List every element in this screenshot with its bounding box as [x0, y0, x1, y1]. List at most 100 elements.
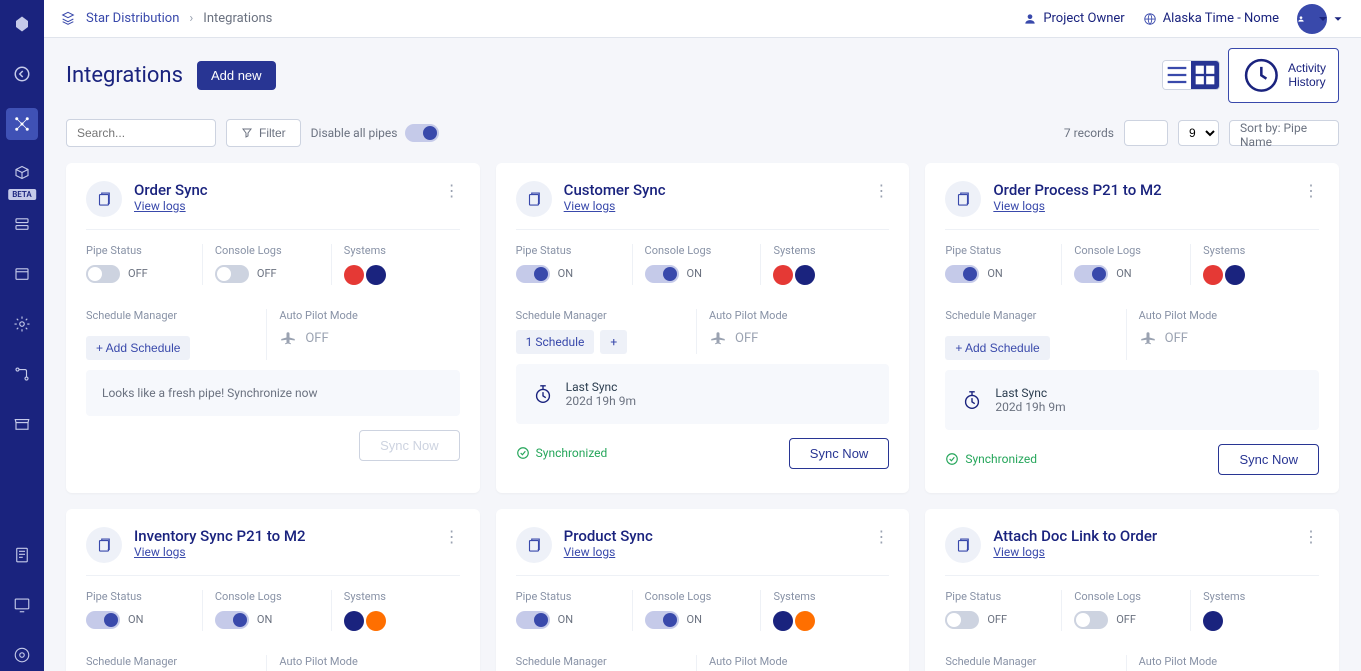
card-menu-button[interactable]: ⋮ [1303, 181, 1319, 200]
systems-icons [344, 611, 452, 631]
disable-all-switch[interactable] [405, 124, 439, 142]
system-icon [773, 611, 793, 631]
timezone-label: Alaska Time - Nome [1163, 11, 1279, 26]
pipe-icon [86, 527, 122, 563]
activity-history-label: Activity History [1288, 61, 1326, 89]
last-sync-label: Last Sync [995, 386, 1065, 400]
card-title: Attach Doc Link to Order [993, 527, 1157, 545]
console-logs-value: OFF [257, 267, 277, 280]
sidebar-settings[interactable] [6, 308, 38, 340]
page-title: Integrations [66, 63, 183, 88]
search-input[interactable] [77, 126, 232, 140]
integration-card: Product Sync View logs ⋮ Pipe StatusON C… [496, 509, 910, 671]
add-schedule-button[interactable]: + Add Schedule [86, 336, 190, 360]
search-box[interactable] [66, 119, 216, 147]
sync-now-button[interactable]: Sync Now [1218, 444, 1319, 475]
system-icon [1203, 611, 1223, 631]
avatar-icon [1297, 4, 1327, 34]
pipe-status-value: ON [987, 267, 1002, 280]
card-menu-button[interactable]: ⋮ [1303, 527, 1319, 546]
per-page-select[interactable]: 9 [1178, 120, 1219, 146]
sync-status: Synchronized [516, 446, 608, 460]
disable-all-label: Disable all pipes [311, 126, 398, 140]
filter-button[interactable]: Filter [226, 119, 301, 147]
systems-label: Systems [1203, 590, 1311, 603]
pipe-status-label: Pipe Status [516, 244, 624, 257]
toggle-switch[interactable] [86, 611, 120, 629]
record-count: 7 records [1064, 126, 1114, 140]
sidebar-window[interactable] [6, 258, 38, 290]
list-view-button[interactable] [1163, 61, 1191, 89]
sidebar-logo[interactable] [6, 8, 38, 40]
auto-pilot-status: OFF [1139, 330, 1319, 348]
toggle-switch[interactable] [86, 265, 120, 283]
card-menu-button[interactable]: ⋮ [444, 527, 460, 546]
sidebar-docs[interactable] [6, 539, 38, 571]
console-logs-value: ON [687, 613, 702, 626]
card-menu-button[interactable]: ⋮ [444, 181, 460, 200]
sidebar-integrations[interactable] [6, 108, 38, 140]
pipe-status-value: ON [558, 267, 573, 280]
pipe-status-label: Pipe Status [945, 590, 1053, 603]
system-icon [344, 611, 364, 631]
card-menu-button[interactable]: ⋮ [873, 527, 889, 546]
integration-card: Attach Doc Link to Order View logs ⋮ Pip… [925, 509, 1339, 671]
toggle-switch[interactable] [516, 265, 550, 283]
view-logs-link[interactable]: View logs [564, 545, 616, 559]
toggle-switch[interactable] [645, 265, 679, 283]
view-logs-link[interactable]: View logs [134, 199, 186, 213]
view-logs-link[interactable]: View logs [993, 199, 1045, 213]
toggle-switch[interactable] [516, 611, 550, 629]
sidebar-cube[interactable]: BETA [6, 158, 38, 190]
beta-badge: BETA [8, 189, 36, 200]
sidebar-back[interactable] [6, 58, 38, 90]
sidebar-monitor[interactable] [6, 589, 38, 621]
schedule-manager-label: Schedule Manager [86, 309, 266, 322]
sidebar-flow[interactable] [6, 358, 38, 390]
toggle-switch[interactable] [645, 611, 679, 629]
card-title: Inventory Sync P21 to M2 [134, 527, 306, 545]
systems-label: Systems [773, 590, 881, 603]
activity-history-button[interactable]: Activity History [1228, 48, 1339, 103]
sidebar-server[interactable] [6, 208, 38, 240]
systems-label: Systems [344, 244, 452, 257]
breadcrumb-icon [60, 11, 76, 27]
view-logs-link[interactable]: View logs [134, 545, 186, 559]
grid-view-button[interactable] [1191, 61, 1219, 89]
sidebar-store[interactable] [6, 408, 38, 440]
sort-select[interactable]: Sort by: Pipe Name [1229, 120, 1339, 146]
integration-card: Order Sync View logs ⋮ Pipe StatusOFF Co… [66, 163, 480, 493]
breadcrumb-root[interactable]: Star Distribution [86, 11, 179, 26]
auto-pilot-label: Auto Pilot Mode [1139, 655, 1319, 668]
user-menu[interactable] [1297, 4, 1345, 34]
project-owner-link[interactable]: Project Owner [1023, 11, 1124, 26]
page-input[interactable] [1124, 120, 1168, 146]
integration-card: Inventory Sync P21 to M2 View logs ⋮ Pip… [66, 509, 480, 671]
disable-all-toggle: Disable all pipes [311, 124, 440, 142]
filter-icon [241, 127, 253, 139]
systems-icons [773, 611, 881, 631]
add-schedule-plus[interactable]: + [600, 330, 627, 354]
sidebar-help[interactable] [6, 639, 38, 671]
toggle-switch[interactable] [945, 265, 979, 283]
card-menu-button[interactable]: ⋮ [873, 181, 889, 200]
toggle-switch[interactable] [215, 265, 249, 283]
toolbar: Filter Disable all pipes 7 records 9 Sor… [44, 113, 1361, 157]
toggle-switch[interactable] [215, 611, 249, 629]
schedule-count-badge[interactable]: 1 Schedule [516, 330, 595, 354]
toggle-switch[interactable] [945, 611, 979, 629]
system-icon [366, 265, 386, 285]
card-title: Order Process P21 to M2 [993, 181, 1161, 199]
system-icon [773, 265, 793, 285]
toggle-switch[interactable] [1074, 611, 1108, 629]
system-icon [795, 265, 815, 285]
add-schedule-button[interactable]: + Add Schedule [945, 336, 1049, 360]
breadcrumb: Star Distribution › Integrations [60, 11, 272, 27]
view-logs-link[interactable]: View logs [993, 545, 1045, 559]
auto-pilot-label: Auto Pilot Mode [709, 309, 889, 322]
add-new-button[interactable]: Add new [197, 61, 276, 90]
sync-now-button[interactable]: Sync Now [789, 438, 890, 469]
toggle-switch[interactable] [1074, 265, 1108, 283]
timezone-link[interactable]: Alaska Time - Nome [1143, 11, 1279, 26]
view-logs-link[interactable]: View logs [564, 199, 616, 213]
